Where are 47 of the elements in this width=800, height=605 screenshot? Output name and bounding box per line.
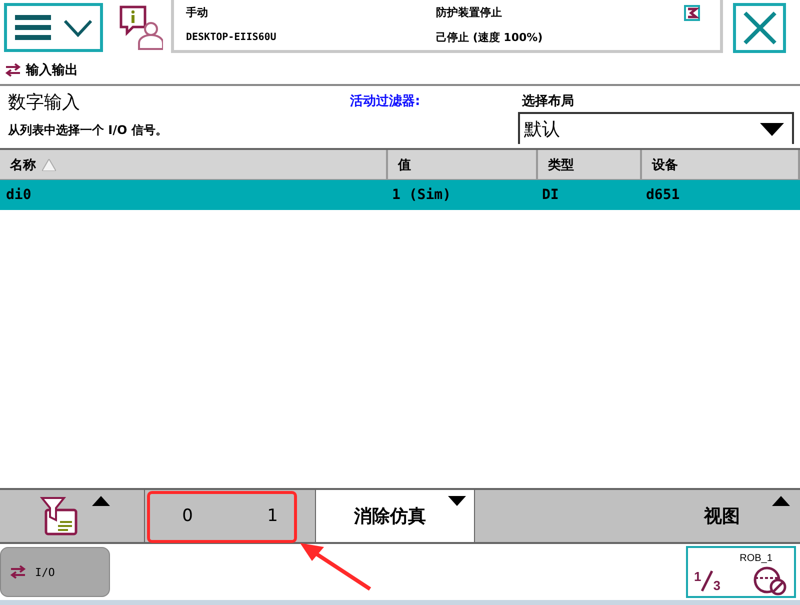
column-label: 值 [398, 156, 411, 174]
table-cell[interactable]: d651 [642, 180, 800, 210]
column-header[interactable]: 类型 [538, 150, 642, 180]
task-button[interactable]: I/O [0, 547, 110, 597]
filter-list-icon [40, 496, 80, 536]
caret-down-icon [448, 496, 466, 506]
mode-text: 手动 [186, 5, 209, 20]
value-button[interactable]: 0 [170, 502, 205, 530]
column-label: 类型 [548, 156, 574, 174]
table-cell[interactable]: DI [538, 180, 642, 210]
menu-button[interactable] [4, 3, 103, 52]
view-title: 数字输入 [7, 91, 81, 112]
layout-label: 选择布局 [521, 93, 575, 111]
layout-dropdown[interactable]: 默认 [518, 112, 794, 144]
motors-icon [684, 4, 700, 20]
run-state-text: 己停止 (速度 100%) [436, 30, 544, 45]
slash-icon [701, 569, 714, 593]
chevron-down-icon [62, 18, 92, 36]
close-button[interactable] [733, 3, 786, 53]
clear-simulation-button[interactable]: 消除仿真 [316, 490, 475, 542]
value-button[interactable]: 1 [255, 502, 290, 530]
filter-label: 活动过滤器: [349, 93, 422, 111]
column-label: 名称 [10, 156, 36, 174]
dropdown-arrow-icon [760, 122, 784, 136]
close-icon [742, 11, 776, 45]
safety-text: 防护装置停止 [436, 5, 503, 20]
swap-arrows-icon [9, 565, 27, 579]
event-log-icon[interactable] [119, 5, 163, 51]
caret-up-icon [772, 496, 790, 506]
swap-arrows-icon [4, 63, 22, 77]
controller-name: DESKTOP-EIIS60U [186, 32, 278, 43]
column-header[interactable]: 名称 [0, 150, 388, 180]
quickset-button[interactable]: ROB_1 1 3 [686, 546, 796, 598]
caret-up-icon [92, 496, 110, 506]
table-cell[interactable]: di0 [0, 180, 388, 210]
menu-icon [14, 14, 50, 40]
column-header[interactable]: 值 [388, 150, 538, 180]
mechanical-unit-label: ROB_1 [738, 552, 774, 564]
column-header[interactable]: 设备 [642, 150, 800, 180]
increment-numerator: 1 [694, 569, 702, 584]
status-panel[interactable]: 手动 防护装置停止 DESKTOP-EIIS60U 己停止 (速度 100%) [171, 0, 723, 53]
instruction-text: 从列表中选择一个 I/O 信号。 [6, 122, 168, 138]
table-cell[interactable]: 1 (Sim) [388, 180, 538, 210]
breadcrumb-title: 输入输出 [26, 62, 78, 79]
increment-denominator: 3 [713, 578, 720, 593]
column-label: 设备 [652, 156, 678, 174]
no-speed-icon [752, 566, 788, 596]
